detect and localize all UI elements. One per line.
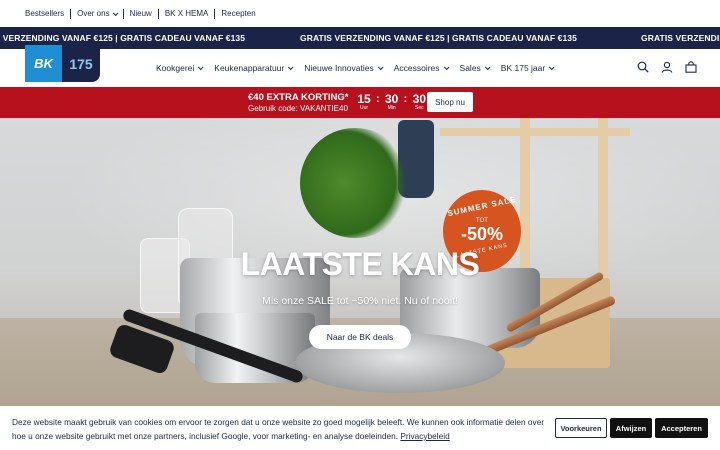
cookie-accept-button[interactable]: Accepteren	[655, 418, 708, 438]
main-nav: Kookgerei Keukenapparatuur Nieuwe Innova…	[156, 49, 565, 87]
nav-item-kookgerei[interactable]: Kookgerei	[156, 63, 204, 73]
utility-link-label: BK X HEMA	[164, 8, 209, 18]
countdown-hours: 15 Uur	[356, 93, 372, 112]
countdown-minutes-value: 30	[384, 92, 399, 106]
header-icons	[637, 61, 697, 73]
countdown-seconds-value: 30	[412, 92, 427, 106]
cookie-reject-button[interactable]: Afwijzen	[610, 418, 652, 438]
utility-link-label: Over ons	[77, 8, 110, 18]
chevron-down-icon	[549, 64, 555, 71]
privacy-policy-link[interactable]: Privacybeleid	[400, 431, 449, 441]
shipping-marquee: IS VERZENDING VANAF €125 | GRATIS CADEAU…	[0, 27, 720, 49]
cookie-preferences-button[interactable]: Voorkeuren	[555, 418, 607, 438]
bk-deals-button[interactable]: Naar de BK deals	[309, 325, 411, 349]
nav-item-nieuwe-innovaties[interactable]: Nieuwe Innovaties	[304, 63, 384, 73]
wooden-rack	[440, 128, 630, 136]
utility-link-bestsellers[interactable]: Bestsellers	[25, 9, 70, 19]
countdown-separator: :	[403, 93, 408, 105]
utility-link-over-ons[interactable]: Over ons	[70, 8, 122, 19]
site-header: BK 175 Kookgerei Keukenapparatuur Nieuwe…	[0, 45, 720, 87]
search-icon[interactable]	[637, 61, 649, 73]
countdown-seconds: 30 Sec	[411, 93, 427, 112]
chevron-down-icon	[484, 64, 491, 71]
utility-nav: Bestsellers Over ons Nieuw BK X HEMA Rec…	[0, 0, 720, 27]
nav-item-keukenapparatuur[interactable]: Keukenapparatuur	[214, 63, 294, 73]
cart-icon[interactable]	[685, 61, 697, 73]
nav-item-accessoires[interactable]: Accessoires	[393, 63, 450, 73]
nav-item-bk-175-jaar[interactable]: BK 175 jaar	[500, 63, 555, 73]
chevron-down-icon	[198, 64, 204, 71]
hero-subtitle: Mis onze SALE tot ~50% niet. Nu of nooit…	[262, 295, 458, 307]
countdown-seconds-label: Sec	[415, 105, 424, 111]
nav-item-label: Accessoires	[393, 63, 440, 73]
marquee-text: GRATIS VERZENDING VANAF €125 | GRATIS CA…	[300, 33, 577, 43]
utility-link-label: Nieuw	[129, 8, 152, 18]
countdown-separator: :	[376, 93, 380, 105]
utility-link-recepten[interactable]: Recepten	[214, 8, 261, 19]
chevron-down-icon	[112, 9, 119, 16]
countdown-minutes-label: Min	[387, 105, 396, 111]
chevron-down-icon	[443, 64, 450, 71]
countdown-hours-label: Uur	[359, 105, 369, 111]
nav-item-sales[interactable]: Sales	[459, 63, 491, 73]
utility-link-label: Recepten	[221, 8, 256, 18]
nav-item-label: Kookgerei	[156, 63, 195, 73]
nav-item-label: Sales	[459, 63, 481, 73]
utility-link-label: Bestsellers	[25, 8, 65, 18]
marquee-text: IS VERZENDING VANAF €125 | GRATIS CADEAU…	[0, 33, 246, 43]
cookie-banner: Deze website maakt gebruik van cookies o…	[0, 406, 720, 450]
countdown-timer: 15 Uur : 30 Min : 30 Sec	[356, 93, 427, 112]
utility-link-nieuw[interactable]: Nieuw	[122, 8, 158, 19]
logo-175-anniversary: 175	[62, 45, 100, 82]
marquee-text: GRATIS VERZENDING	[641, 33, 720, 43]
cookie-message: Deze website maakt gebruik van cookies o…	[12, 417, 545, 441]
account-icon[interactable]	[661, 61, 673, 73]
countdown-minutes: 30 Min	[384, 93, 400, 112]
logo-bk: BK	[25, 45, 62, 82]
chevron-down-icon	[288, 64, 294, 71]
shop-now-button[interactable]: Shop nu	[427, 92, 473, 112]
nav-item-label: Nieuwe Innovaties	[304, 63, 374, 73]
promo-text: €40 EXTRA KORTING* Gebruik code: VAKANTI…	[248, 92, 348, 114]
plant-image	[300, 128, 410, 238]
promo-title: €40 EXTRA KORTING*	[248, 92, 349, 103]
promo-bar: €40 EXTRA KORTING* Gebruik code: VAKANTI…	[0, 87, 720, 118]
chevron-down-icon	[377, 64, 384, 71]
hero-banner: SUMMER SALE TOT -50% LAATSTE KANS LAATST…	[0, 118, 720, 450]
cookie-text: Deze website maakt gebruik van cookies o…	[12, 415, 552, 443]
countdown-hours-value: 15	[357, 92, 371, 106]
promo-code: Gebruik code: VAKANTIE40	[248, 104, 348, 113]
hero-title: LAATSTE KANS	[240, 246, 480, 282]
utility-link-bk-x-hema[interactable]: BK X HEMA	[157, 8, 215, 19]
nav-item-label: Keukenapparatuur	[214, 63, 285, 73]
bk-logo[interactable]: BK 175	[25, 45, 100, 87]
nav-item-label: BK 175 jaar	[500, 63, 546, 73]
